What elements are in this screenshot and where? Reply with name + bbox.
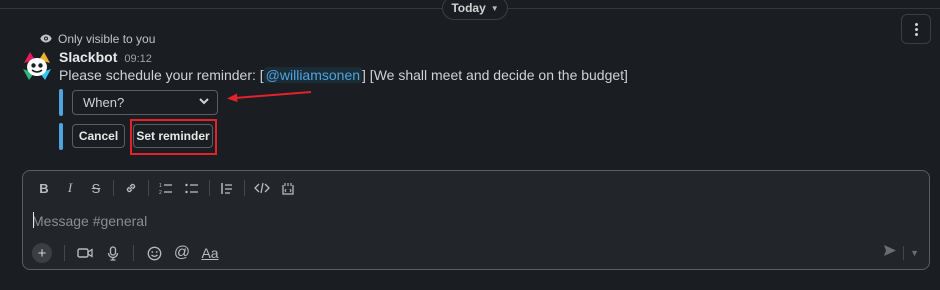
- toolbar-divider: [113, 180, 114, 196]
- send-controls: ▼: [883, 243, 919, 263]
- sender-name[interactable]: Slackbot: [59, 49, 117, 65]
- message-input[interactable]: [32, 211, 732, 231]
- video-icon[interactable]: [73, 243, 97, 263]
- chevron-down-icon: ▼: [490, 3, 499, 13]
- strikethrough-icon[interactable]: S: [85, 179, 107, 197]
- code-icon[interactable]: [251, 179, 273, 197]
- toolbar-divider: [209, 180, 210, 196]
- attachment-bar-actions: [59, 123, 63, 150]
- when-select-value: When?: [83, 95, 125, 110]
- more-vertical-icon: [914, 22, 918, 36]
- svg-text:2: 2: [159, 190, 162, 195]
- svg-text:1: 1: [159, 183, 162, 189]
- bold-icon[interactable]: B: [33, 179, 55, 197]
- message-timestamp[interactable]: 09:12: [124, 53, 152, 65]
- cancel-button[interactable]: Cancel: [72, 124, 125, 148]
- message-text-end: ] [We shall meet and decide on the budge…: [362, 67, 628, 83]
- message-text-start: Please schedule your reminder: [: [59, 67, 264, 83]
- message-body: Please schedule your reminder: [@william…: [59, 67, 628, 83]
- visibility-notice: Only visible to you: [40, 31, 155, 47]
- slackbot-icon: [20, 49, 54, 83]
- date-divider-button[interactable]: Today ▼: [442, 0, 508, 20]
- plus-icon[interactable]: +: [32, 243, 52, 263]
- mention-icon[interactable]: @: [170, 243, 194, 263]
- ordered-list-icon[interactable]: 12: [155, 179, 177, 197]
- message-composer: B I S 12 Message #general + @ Aa ▼: [22, 170, 930, 270]
- user-mention[interactable]: @williamsonen: [263, 67, 363, 83]
- emoji-icon[interactable]: [142, 243, 166, 263]
- microphone-icon[interactable]: [101, 243, 125, 263]
- send-icon[interactable]: [883, 244, 897, 262]
- format-icon[interactable]: Aa: [198, 243, 222, 263]
- code-block-icon[interactable]: [277, 179, 299, 197]
- annotation-arrow: [227, 91, 312, 102]
- link-icon[interactable]: [120, 179, 142, 197]
- visibility-notice-text: Only visible to you: [58, 32, 156, 46]
- date-label: Today: [451, 1, 486, 15]
- annotation-highlight-box: [130, 119, 217, 155]
- composer-divider: [64, 245, 65, 261]
- slackbot-avatar[interactable]: [20, 49, 54, 83]
- chevron-down-icon: [199, 97, 209, 108]
- message-header: Slackbot 09:12: [59, 49, 152, 67]
- attachment-bar-select: [59, 89, 63, 116]
- composer-divider: [133, 245, 134, 261]
- bulleted-list-icon[interactable]: [181, 179, 203, 197]
- text-cursor: [33, 212, 34, 228]
- chevron-down-icon[interactable]: ▼: [910, 248, 919, 258]
- blockquote-icon[interactable]: [216, 179, 238, 197]
- slack-channel-view: Today ▼ Only visible to you Slackbot 09:…: [0, 0, 940, 290]
- when-select[interactable]: When?: [72, 90, 218, 115]
- send-divider: [903, 246, 905, 260]
- eye-icon: [40, 32, 52, 46]
- italic-icon[interactable]: I: [59, 179, 81, 197]
- more-actions-button[interactable]: [901, 14, 931, 44]
- toolbar-divider: [148, 180, 149, 196]
- composer-actions: + @ Aa: [32, 243, 226, 263]
- toolbar-divider: [244, 180, 245, 196]
- formatting-toolbar: B I S 12: [33, 179, 303, 197]
